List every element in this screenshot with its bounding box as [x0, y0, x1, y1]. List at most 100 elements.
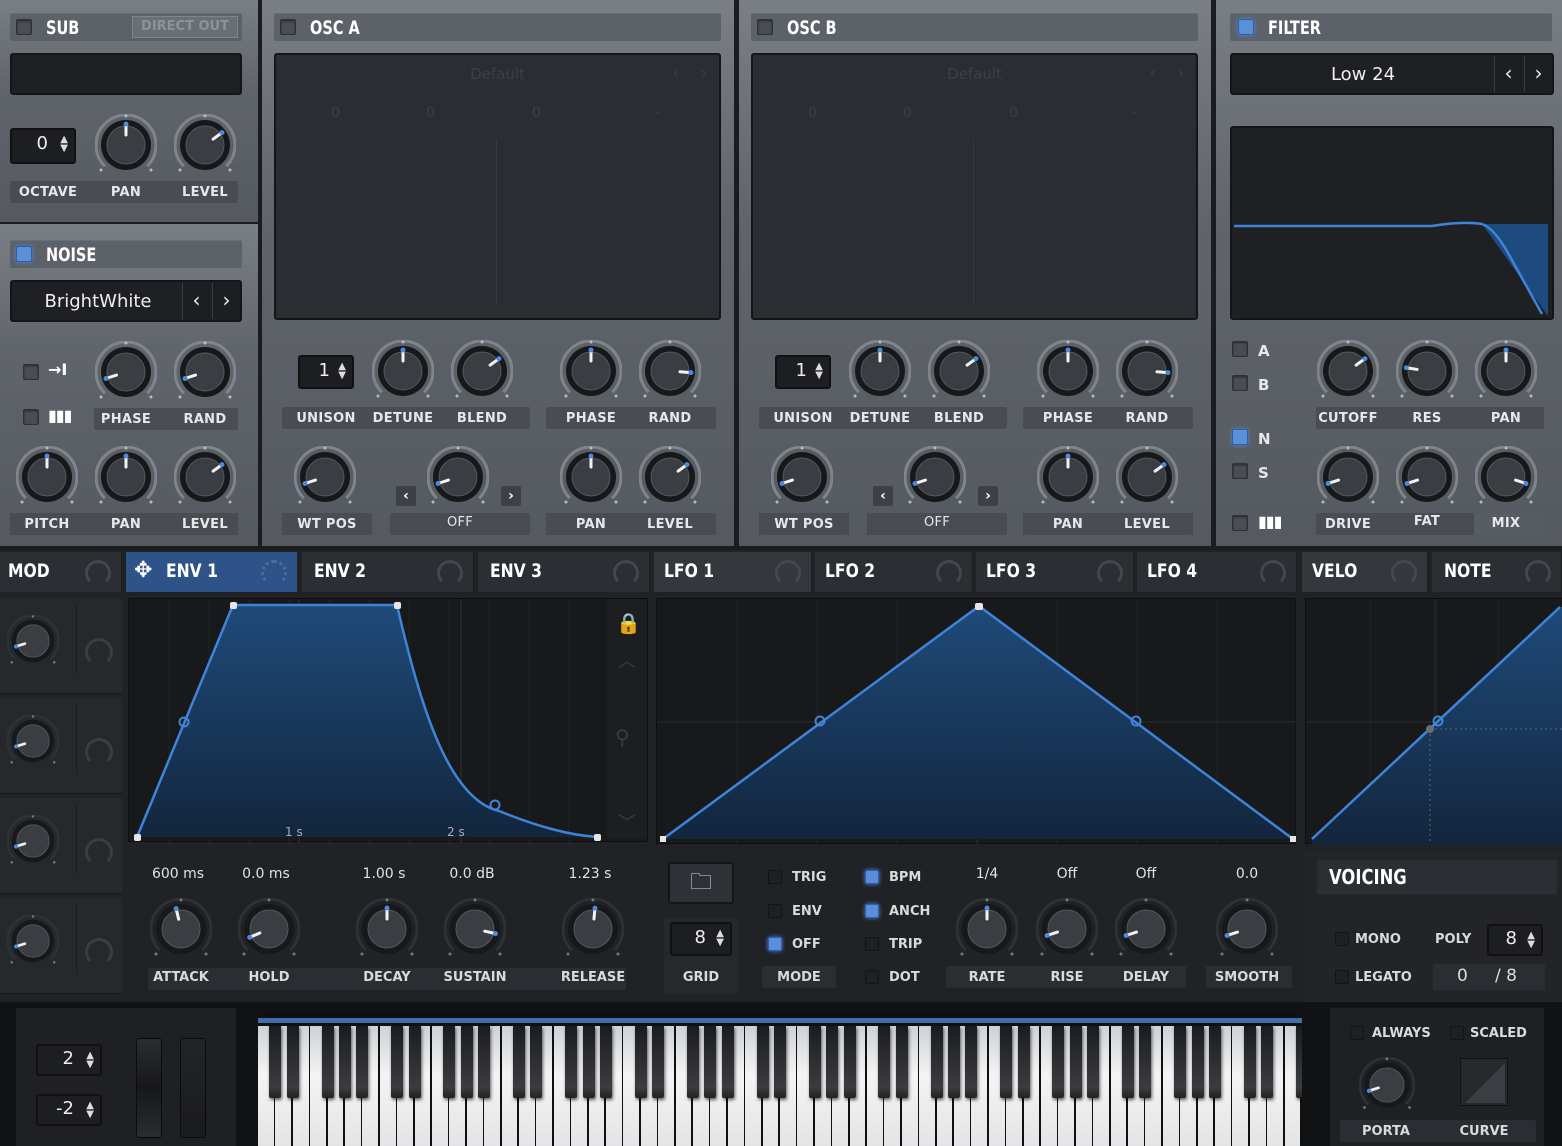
black-key[interactable] [774, 1026, 786, 1098]
noise-enable-checkbox[interactable] [16, 246, 32, 262]
osc-a-pan-knob[interactable] [560, 446, 622, 508]
filter-mix-knob[interactable] [1475, 446, 1537, 508]
osc-a-unison-stepper[interactable]: 1 ▲ ▼ [298, 355, 354, 389]
sub-pan-knob[interactable] [95, 114, 157, 176]
filter-route-s-checkbox[interactable] [1232, 463, 1248, 479]
osc-b-detune-knob[interactable] [849, 340, 911, 402]
mod-slot[interactable] [0, 698, 122, 794]
filter-prev-button[interactable]: ‹ [1494, 56, 1522, 92]
osc-b-warp-prev-button[interactable]: ‹ [873, 486, 893, 506]
black-key[interactable] [652, 1026, 665, 1098]
osc-b-phase-knob[interactable] [1037, 340, 1099, 402]
osc-b-enable-checkbox[interactable] [757, 19, 773, 35]
black-key[interactable] [948, 1026, 960, 1098]
osc-b-rand-knob[interactable] [1116, 340, 1178, 402]
osc-a-phase-knob[interactable] [560, 340, 622, 402]
mono-checkbox[interactable] [1335, 932, 1349, 946]
filter-next-button[interactable]: › [1524, 56, 1552, 92]
sub-enable-checkbox[interactable] [16, 19, 32, 35]
direct-out-button[interactable]: DIRECT OUT [132, 16, 238, 38]
lfo-sync-bpm-checkbox[interactable] [865, 870, 879, 884]
env-sustain-knob[interactable] [444, 898, 506, 960]
black-key[interactable] [1017, 1026, 1030, 1098]
filter-pan-knob[interactable] [1475, 340, 1537, 402]
filter-route-n-checkbox[interactable] [1232, 429, 1248, 445]
poly-stepper[interactable]: 8 ▲ ▼ [1487, 924, 1543, 956]
osc-b-blend-knob[interactable] [928, 340, 990, 402]
always-checkbox[interactable] [1350, 1026, 1364, 1040]
osc-b-warp-mode-label[interactable]: OFF [867, 515, 1007, 530]
noise-next-button[interactable]: › [212, 283, 240, 319]
env-attack-knob[interactable] [150, 898, 212, 960]
osc-b-unison-stepper[interactable]: 1 ▲ ▼ [775, 355, 831, 389]
tab-env-3[interactable]: ENV 3 [478, 552, 650, 592]
lfo-sync-trip-checkbox[interactable] [865, 937, 879, 951]
lfo-sync-anch-checkbox[interactable] [865, 904, 879, 918]
osc-a-warp-prev-button[interactable]: ‹ [396, 486, 416, 506]
black-key[interactable] [1191, 1026, 1204, 1098]
black-key[interactable] [460, 1026, 473, 1098]
env-decay-knob[interactable] [356, 898, 418, 960]
osc-b-wavetable-display[interactable]: Default ‹ › 0 0 0 – [751, 53, 1198, 320]
mod-source-slot[interactable] [76, 904, 120, 974]
black-key[interactable] [513, 1026, 525, 1098]
osc-a-blend-knob[interactable] [451, 340, 513, 402]
black-key[interactable] [634, 1026, 647, 1098]
black-key[interactable] [286, 1026, 299, 1098]
osc-a-warp-next-button[interactable]: › [501, 486, 521, 506]
black-key[interactable] [1122, 1026, 1134, 1098]
mod-source-slot[interactable] [76, 804, 120, 874]
black-key[interactable] [1261, 1026, 1274, 1098]
black-key[interactable] [1000, 1026, 1013, 1098]
curve-button[interactable] [1460, 1058, 1508, 1106]
tab-lfo-4[interactable]: LFO 4 [1137, 552, 1297, 592]
porta-knob[interactable] [1359, 1057, 1415, 1113]
black-key[interactable] [878, 1026, 891, 1098]
black-key[interactable] [1087, 1026, 1100, 1098]
mod-amount-knob[interactable] [6, 714, 60, 768]
osc-b-wt-prev-icon[interactable]: ‹ [1150, 63, 1156, 82]
mod-amount-knob[interactable] [6, 914, 60, 968]
osc-b-level-knob[interactable] [1116, 446, 1178, 508]
black-key[interactable] [1069, 1026, 1082, 1098]
black-key[interactable] [478, 1026, 491, 1098]
osc-b-pan-knob[interactable] [1037, 446, 1099, 508]
mod-tab[interactable]: MOD [0, 552, 122, 592]
tab-note[interactable]: NOTE [1432, 552, 1562, 592]
tab-lfo-3[interactable]: LFO 3 [976, 552, 1134, 592]
noise-retrig-checkbox[interactable] [23, 364, 39, 380]
osc-a-enable-checkbox[interactable] [280, 19, 296, 35]
osc-a-wavetable-display[interactable]: Default ‹ › 0 0 0 – [274, 53, 721, 320]
black-key[interactable] [321, 1026, 334, 1098]
osc-b-warp-knob[interactable] [904, 446, 966, 508]
pitchbend-down-stepper[interactable]: -2 ▲ ▼ [36, 1094, 102, 1126]
noise-pan-knob[interactable] [95, 446, 157, 508]
mod-slot[interactable] [0, 798, 122, 894]
velocity-graph[interactable] [1305, 598, 1562, 845]
filter-fat-knob[interactable] [1396, 446, 1458, 508]
black-key[interactable] [808, 1026, 821, 1098]
black-key[interactable] [443, 1026, 456, 1098]
osc-a-rand-knob[interactable] [639, 340, 701, 402]
noise-rand-knob[interactable] [174, 341, 236, 403]
tab-lfo-1[interactable]: LFO 1 [654, 552, 812, 592]
osc-b-wtpos-knob[interactable] [771, 446, 833, 508]
lfo-mode-trig-checkbox[interactable] [768, 870, 782, 884]
sub-level-knob[interactable] [174, 114, 236, 176]
black-key[interactable] [965, 1026, 978, 1098]
black-key[interactable] [1243, 1026, 1256, 1098]
osc-a-detune-knob[interactable] [372, 340, 434, 402]
filter-drive-knob[interactable] [1317, 446, 1379, 508]
noise-pitch-knob[interactable] [16, 446, 78, 508]
black-key[interactable] [756, 1026, 769, 1098]
scaled-checkbox[interactable] [1450, 1026, 1464, 1040]
chevron-down-icon[interactable]: ﹀ [618, 809, 636, 835]
lfo-grid-stepper[interactable]: 8 ▲ ▼ [670, 922, 732, 956]
filter-response-graph[interactable] [1230, 126, 1554, 320]
mod-wheel[interactable] [180, 1038, 206, 1138]
lfo-sync-dot-checkbox[interactable] [865, 970, 879, 984]
mod-amount-knob[interactable] [6, 814, 60, 868]
mod-source-slot[interactable] [76, 704, 120, 774]
black-key[interactable] [1209, 1026, 1221, 1098]
lfo1-graph[interactable] [656, 598, 1297, 845]
